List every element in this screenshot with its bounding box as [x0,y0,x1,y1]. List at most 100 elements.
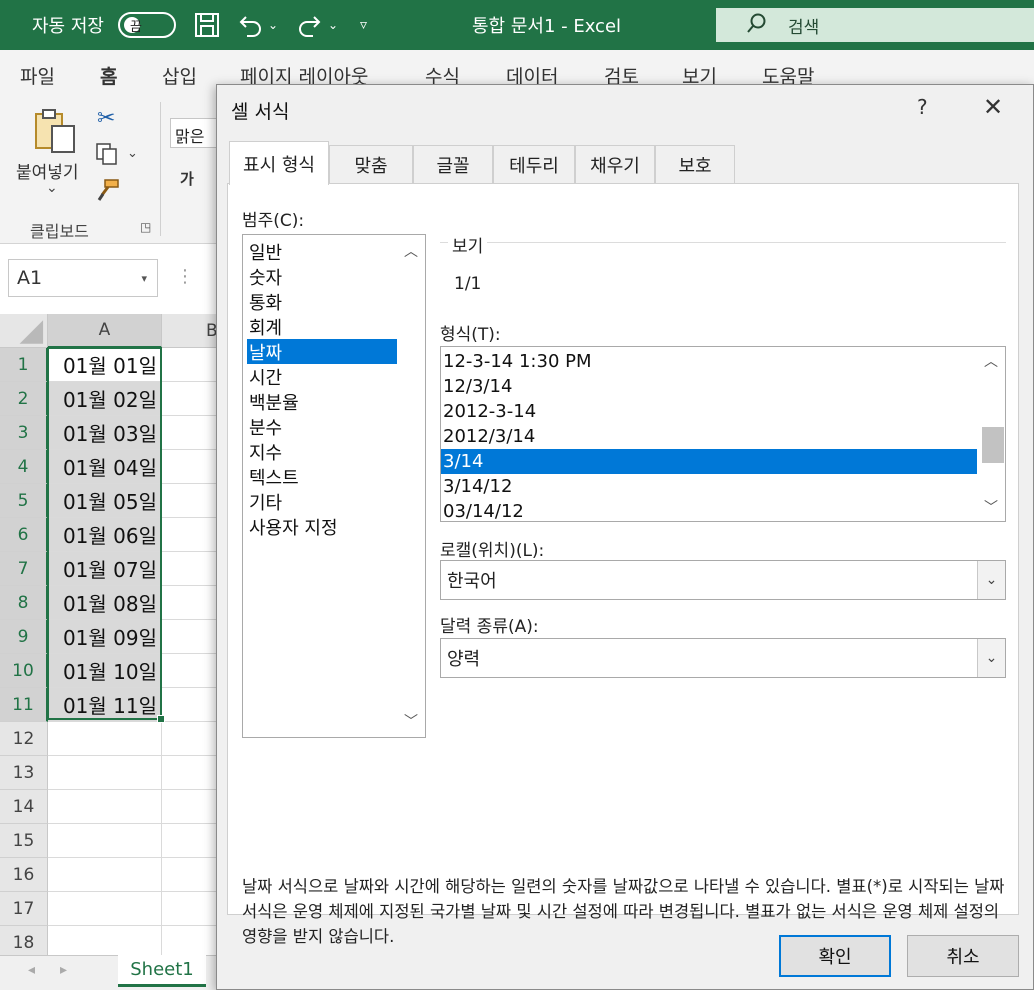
category-item[interactable]: 회계 [247,314,397,339]
cell-a-empty[interactable] [48,722,162,756]
sheet-tab-sheet1[interactable]: Sheet1 [118,955,206,987]
type-item[interactable]: 3/14 [441,449,977,474]
format-painter-icon[interactable] [96,178,120,206]
locale-dropdown-icon[interactable]: ⌄ [977,561,1005,599]
search-box[interactable]: 검색 [716,8,1034,42]
help-button[interactable]: ? [917,95,928,119]
category-item[interactable]: 통화 [247,289,397,314]
cell-a[interactable]: 01월 07일 [48,552,162,586]
scroll-right-icon[interactable]: ▸ [60,962,67,978]
cell-b-empty[interactable] [162,858,220,892]
tab-alignment[interactable]: 맞춤 [329,145,413,183]
name-box[interactable]: A1 ▾ [8,259,158,297]
redo-icon[interactable] [296,0,322,50]
category-item[interactable]: 텍스트 [247,464,397,489]
row-header[interactable]: 15 [0,824,48,858]
type-item[interactable]: 3/14/12 [441,474,977,499]
row-header[interactable]: 2 [0,382,48,416]
cell-a[interactable]: 01월 11일 [48,688,162,722]
type-scrollbar[interactable]: ︿ ﹀ [979,347,1005,521]
category-scrollbar[interactable]: ︿ ﹀ [399,235,425,737]
cell-b-empty[interactable] [162,756,220,790]
cell-a[interactable]: 01월 08일 [48,586,162,620]
cell-b-empty[interactable] [162,450,220,484]
category-item[interactable]: 사용자 지정 [247,514,397,539]
paste-icon[interactable] [32,108,78,158]
row-header[interactable]: 17 [0,892,48,926]
column-header-b[interactable]: B [162,314,220,348]
cell-b-empty[interactable] [162,790,220,824]
type-item[interactable]: 03/14/12 [441,499,977,521]
type-scroll-down-icon[interactable]: ﹀ [984,497,998,517]
type-scroll-thumb[interactable] [982,427,1004,463]
paste-dropdown-icon[interactable]: ⌄ [46,180,58,196]
copy-icon[interactable] [95,142,119,170]
cancel-button[interactable]: 취소 [907,935,1019,977]
type-list[interactable]: 12-3-14 1:30 PM 12/3/14 2012-3-14 2012/3/14… [440,346,1006,522]
category-list[interactable]: 일반 숫자 통화 회계 날짜 시간 백분율 분수 지수 텍스트 기타 사용자 지정 ︿ ﹀ [242,234,426,738]
cell-b-empty[interactable] [162,654,220,688]
row-header[interactable]: 6 [0,518,48,552]
row-header[interactable]: 9 [0,620,48,654]
row-header[interactable]: 8 [0,586,48,620]
cell-b-empty[interactable] [162,484,220,518]
cell-a[interactable]: 01월 01일 [48,348,162,382]
category-item[interactable]: 시간 [247,364,397,389]
cell-b-empty[interactable] [162,824,220,858]
cell-a[interactable]: 01월 03일 [48,416,162,450]
row-header[interactable]: 10 [0,654,48,688]
type-item[interactable]: 12-3-14 1:30 PM [441,349,977,374]
cell-b-empty[interactable] [162,722,220,756]
cell-a-empty[interactable] [48,892,162,926]
category-item[interactable]: 지수 [247,439,397,464]
category-item[interactable]: 날짜 [247,339,397,364]
cell-b-empty[interactable] [162,620,220,654]
locale-select[interactable]: 한국어 ⌄ [440,560,1006,600]
cell-a-empty[interactable] [48,756,162,790]
ok-button[interactable]: 확인 [779,935,891,977]
autosave-toggle[interactable]: 끔 [118,12,176,38]
category-item[interactable]: 기타 [247,489,397,514]
row-header[interactable]: 4 [0,450,48,484]
cell-a[interactable]: 01월 10일 [48,654,162,688]
cell-a[interactable]: 01월 06일 [48,518,162,552]
copy-dropdown-icon[interactable]: ⌄ [127,146,138,161]
row-header[interactable]: 3 [0,416,48,450]
category-item[interactable]: 일반 [247,239,397,264]
scroll-up-icon[interactable]: ︿ [404,241,418,261]
category-item[interactable]: 숫자 [247,264,397,289]
undo-icon[interactable] [238,0,264,50]
type-item[interactable]: 2012-3-14 [441,399,977,424]
row-header[interactable]: 11 [0,688,48,722]
cell-b-empty[interactable] [162,382,220,416]
cell-b-empty[interactable] [162,518,220,552]
font-name-box[interactable]: 맑은 [170,118,220,148]
column-header-a[interactable]: A [48,314,162,348]
tab-border[interactable]: 테두리 [493,145,575,183]
type-item[interactable]: 2012/3/14 [441,424,977,449]
tab-font[interactable]: 글꼴 [413,145,493,183]
tab-insert[interactable]: 삽입 [162,62,197,89]
category-item[interactable]: 분수 [247,414,397,439]
name-box-dropdown-icon[interactable]: ▾ [141,272,147,285]
tab-number[interactable]: 표시 형식 [229,141,329,185]
cell-a[interactable]: 01월 04일 [48,450,162,484]
redo-dropdown-icon[interactable]: ⌄ [328,0,338,50]
cell-b-empty[interactable] [162,552,220,586]
row-header[interactable]: 13 [0,756,48,790]
select-all-corner[interactable] [0,314,48,348]
tab-fill[interactable]: 채우기 [575,145,655,183]
cell-a-empty[interactable] [48,824,162,858]
save-icon[interactable] [194,0,220,50]
calendar-select[interactable]: 양력 ⌄ [440,638,1006,678]
category-item[interactable]: 백분율 [247,389,397,414]
undo-dropdown-icon[interactable]: ⌄ [268,0,278,50]
row-header[interactable]: 14 [0,790,48,824]
cell-a[interactable]: 01월 09일 [48,620,162,654]
row-header[interactable]: 12 [0,722,48,756]
row-header[interactable]: 1 [0,348,48,382]
bold-button[interactable]: 가 [180,168,194,189]
scroll-left-icon[interactable]: ◂ [28,962,35,978]
clipboard-launcher-icon[interactable]: ◳ [140,220,151,234]
tab-home[interactable]: 홈 [97,62,121,99]
